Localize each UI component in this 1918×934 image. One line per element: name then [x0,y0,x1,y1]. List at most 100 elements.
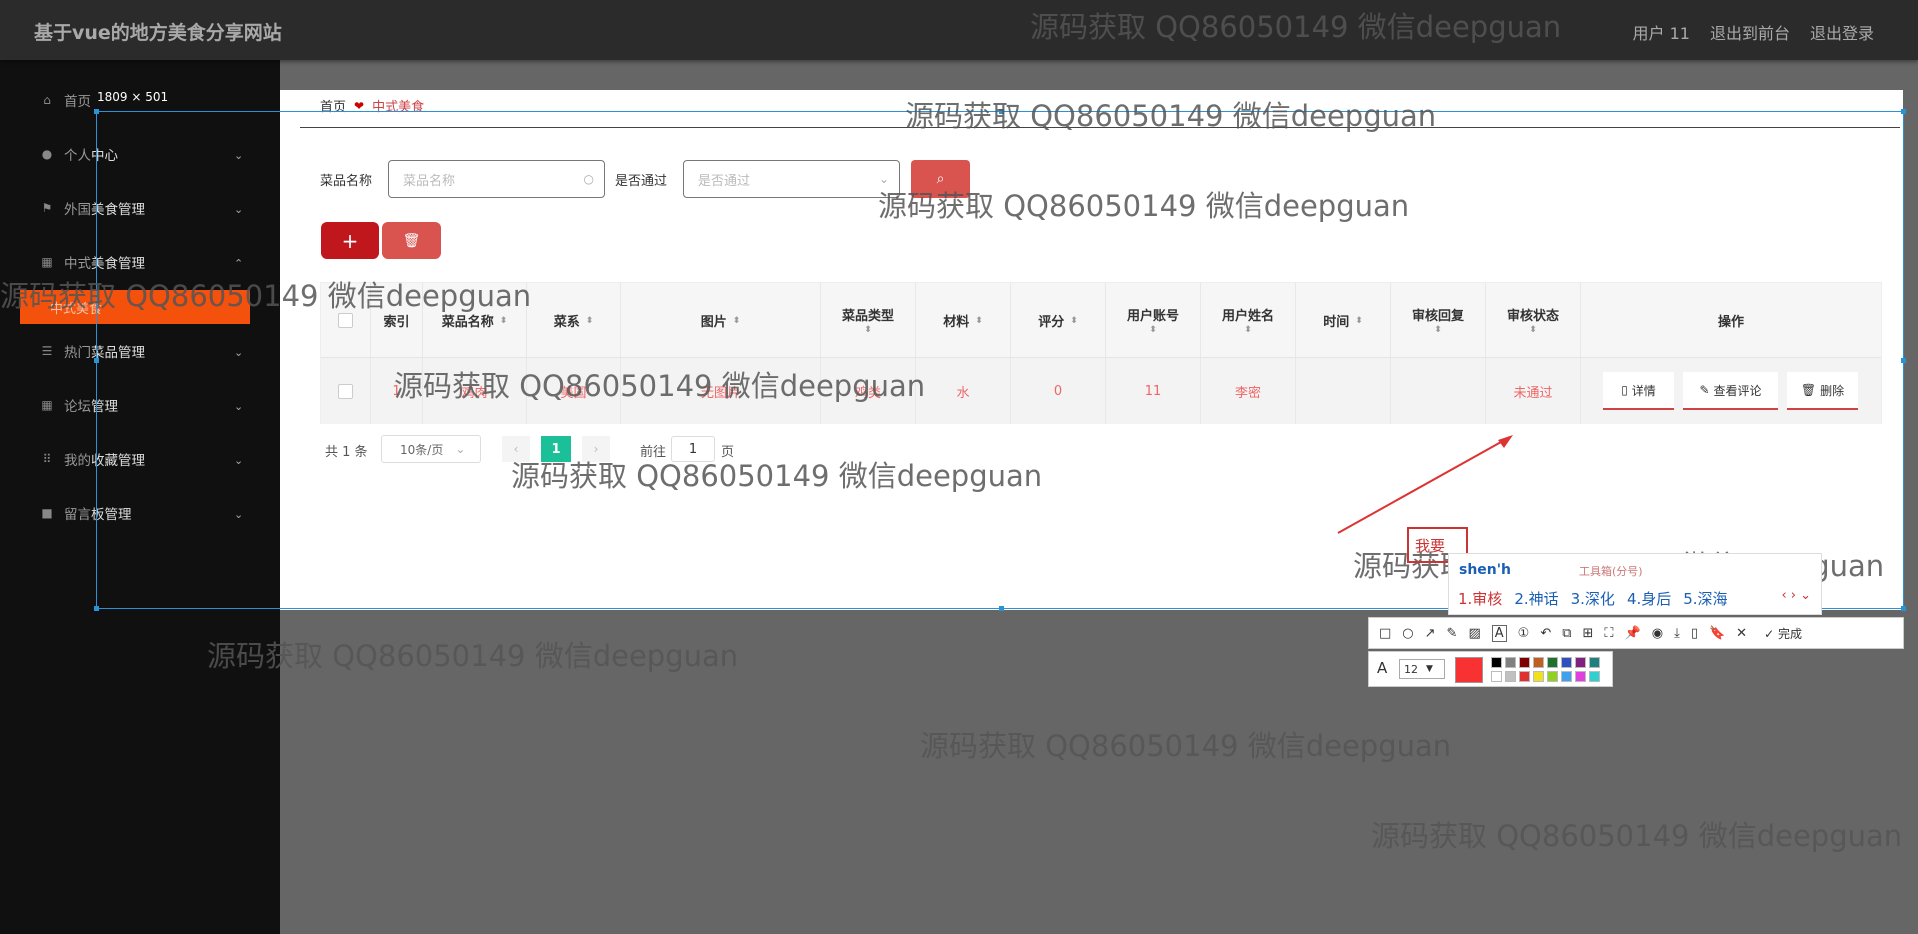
sidebar [0,60,280,934]
sidebar-item-personal-center[interactable]: ● 个人中心 ⌄ [40,142,244,166]
row-checkbox[interactable] [338,383,353,399]
ocr-icon[interactable]: ⧉ [1562,626,1571,641]
sidebar-item-label: 我的 [64,453,91,469]
ime-candidate[interactable]: 1.审核 [1458,588,1502,609]
pin-icon[interactable]: 📌 [1625,626,1641,641]
record-icon[interactable]: ◉ [1652,626,1663,641]
col-cuisine[interactable]: 菜系 ⬍ [527,283,621,357]
sidebar-item-message-board[interactable]: ■ 留言板管理 ⌄ [40,501,244,525]
breadcrumb-home[interactable]: 首页 [320,96,346,115]
sort-icon: ⬍ [1355,315,1363,326]
download-icon[interactable]: ⤓ [1674,626,1680,641]
ime-candidate[interactable]: 3.深化 [1571,588,1615,609]
cell-dish-name: 鸡肉 [423,358,527,424]
chevron-down-icon: ⌄ [234,203,244,216]
col-user-account[interactable]: 用户账号 ⬍ [1106,283,1201,357]
goto-page-input[interactable]: 1 [671,436,715,462]
chevron-right-icon: › [593,442,599,456]
apps-icon: ⠿ [42,452,52,466]
ime-candidate[interactable]: 2.神话 [1514,588,1558,609]
color-swatch[interactable] [1519,657,1530,668]
goto-suffix: 页 [721,445,735,460]
current-color-swatch[interactable] [1455,657,1483,683]
view-comments-button[interactable]: ✎ 查看评论 [1683,372,1778,410]
sidebar-item-favorites[interactable]: ⠿ 我的收藏管理 ⌄ [40,447,244,471]
scan-icon[interactable]: ⛶ [1604,626,1613,641]
close-icon[interactable]: ✕ [1736,626,1747,641]
ime-candidate[interactable]: 4.身后 [1627,588,1671,609]
sidebar-item-chinese-food[interactable]: ▦ 中式美食管理 ⌃ [40,250,244,274]
arrow-icon[interactable]: ↗ [1425,626,1436,641]
color-swatch[interactable] [1505,671,1516,682]
color-swatch[interactable] [1575,671,1586,682]
sort-icon: ⬍ [1070,315,1078,326]
col-material[interactable]: 材料 ⬍ [916,283,1011,357]
font-size-select[interactable]: 12 ▼ [1399,659,1445,679]
color-swatch[interactable] [1491,671,1502,682]
ellipse-icon[interactable]: ○ [1402,626,1413,641]
col-time[interactable]: 时间 ⬍ [1296,283,1391,357]
logout-link[interactable]: 退出登录 [1810,20,1874,44]
select-all-checkbox[interactable] [338,312,353,328]
color-swatch[interactable] [1547,657,1558,668]
delete-button[interactable]: 🗑 删除 [1787,372,1858,410]
bookmark-icon[interactable]: 🔖 [1709,626,1725,641]
page-number-current[interactable]: 1 [541,436,571,462]
color-swatch[interactable] [1505,657,1516,668]
number-icon[interactable]: ① [1518,626,1530,641]
cell-cuisine: 美国 [527,358,621,424]
col-review-reply[interactable]: 审核回复 ⬍ [1391,283,1486,357]
pen-icon[interactable]: ✎ [1447,626,1458,641]
exit-to-front-link[interactable]: 退出到前台 [1710,20,1790,44]
done-button[interactable]: ✓ 完成 [1764,625,1802,642]
col-dish-type[interactable]: 菜品类型 ⬍ [821,283,916,357]
color-swatch[interactable] [1589,671,1600,682]
color-swatch[interactable] [1491,657,1502,668]
color-swatch[interactable] [1547,671,1558,682]
ime-page-nav[interactable]: ‹ › ⌄ [1781,588,1811,603]
cell-actions: ▯ 详情 ✎ 查看评论 🗑 删除 [1581,358,1881,424]
undo-icon[interactable]: ↶ [1540,626,1551,641]
sidebar-item-label-bright: 中心 [91,148,118,164]
mosaic-icon[interactable]: ▨ [1468,626,1480,641]
ime-candidate[interactable]: 5.深海 [1683,588,1727,609]
col-user-name[interactable]: 用户姓名 ⬍ [1201,283,1296,357]
pagination-total: 共 1 条 [325,445,368,460]
text-icon[interactable]: A [1491,624,1507,642]
color-swatch[interactable] [1561,671,1572,682]
dish-name-input[interactable]: 菜品名称 ○ [388,160,605,198]
col-score[interactable]: 评分 ⬍ [1011,283,1106,357]
user-label[interactable]: 用户 11 [1633,20,1690,44]
color-swatch[interactable] [1561,657,1572,668]
rectangle-icon[interactable]: □ [1379,626,1391,641]
col-index[interactable]: 索引 [371,283,423,357]
add-button[interactable]: + [321,222,379,259]
search-button[interactable]: ⌕ [911,160,970,198]
color-swatch[interactable] [1589,657,1600,668]
text-style-toolbar: A 12 ▼ [1368,651,1613,687]
sidebar-item-foreign-food[interactable]: ⚑ 外国美食管理 ⌄ [40,196,244,220]
prev-page-button[interactable]: ‹ [502,436,530,462]
top-links: 用户 11 退出到前台 退出登录 [1633,20,1874,44]
chevron-down-icon: ⌄ [234,346,244,359]
color-swatch[interactable] [1533,657,1544,668]
ime-toolbox-hint[interactable]: 工具箱(分号) [1579,563,1643,579]
detail-button[interactable]: ▯ 详情 [1603,372,1674,410]
data-table: 索引 菜品名称 ⬍ 菜系 ⬍ 图片 ⬍ 菜品类型 ⬍ 材料 ⬍ 评分 ⬍ 用户账号 ⬍ 用户姓… [320,282,1882,424]
translate-icon[interactable]: ⊞ [1583,626,1594,641]
color-swatch[interactable] [1575,657,1586,668]
sidebar-item-hot-dishes[interactable]: ☰ 热门菜品管理 ⌄ [40,339,244,363]
batch-delete-button[interactable]: 🗑 [382,222,441,259]
submenu-chinese-food-active[interactable]: 中式美食 [20,290,250,324]
col-dish-name[interactable]: 菜品名称 ⬍ [423,283,527,357]
approved-select[interactable]: 是否通过 ⌄ [683,160,900,198]
page-size-select[interactable]: 10条/页 ⌄ [381,435,481,463]
col-review-status[interactable]: 审核状态 ⬍ [1486,283,1581,357]
color-swatch[interactable] [1519,671,1530,682]
goto-prefix: 前往 [640,445,667,460]
next-page-button[interactable]: › [582,436,610,462]
sidebar-item-forum[interactable]: ▦ 论坛管理 ⌄ [40,393,244,417]
col-image[interactable]: 图片 ⬍ [621,283,821,357]
phone-icon[interactable]: ▯ [1691,626,1698,641]
color-swatch[interactable] [1533,671,1544,682]
